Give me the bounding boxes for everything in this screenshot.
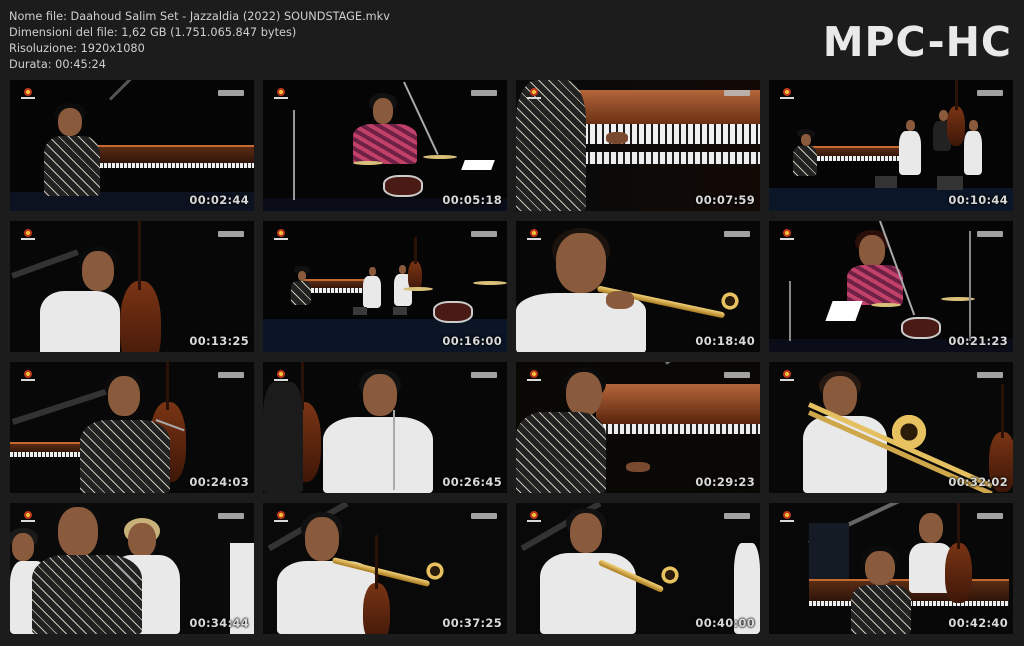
channel-logo-icon [218,90,244,96]
frame-image [769,221,1013,352]
thumbnail-grid: 00:02:44 00:05:18 00:07:59 00:10:44 00:13:25… [0,0,1024,646]
frame-image [516,80,760,211]
thumbnail-7: 00:18:40 [516,221,760,352]
timestamp: 00:21:23 [948,334,1008,348]
timestamp: 00:37:25 [442,616,502,630]
channel-logo-icon [724,90,750,96]
festival-logo-icon [21,229,35,242]
frame-image [769,80,1013,211]
festival-logo-icon [780,88,794,101]
thumbnail-1: 00:02:44 [10,80,254,211]
timestamp: 00:13:25 [189,334,249,348]
frame-image [10,362,254,493]
timestamp: 00:40:00 [695,616,755,630]
thumbnail-9: 00:24:03 [10,362,254,493]
timestamp: 00:42:40 [948,616,1008,630]
festival-logo-icon [527,511,541,524]
festival-logo-icon [780,370,794,383]
channel-logo-icon [218,231,244,237]
channel-logo-icon [471,513,497,519]
frame-image [769,503,1013,634]
festival-logo-icon [527,88,541,101]
thumbnail-12: 00:32:02 [769,362,1013,493]
festival-logo-icon [21,88,35,101]
timestamp: 00:10:44 [948,193,1008,207]
channel-logo-icon [977,231,1003,237]
festival-logo-icon [21,511,35,524]
timestamp: 00:29:23 [695,475,755,489]
channel-logo-icon [724,513,750,519]
timestamp: 00:34:44 [189,616,249,630]
timestamp: 00:32:02 [948,475,1008,489]
thumbnail-11: 00:29:23 [516,362,760,493]
frame-image [263,362,507,493]
frame-image [10,80,254,211]
channel-logo-icon [471,372,497,378]
festival-logo-icon [527,370,541,383]
frame-image [263,80,507,211]
thumbnail-3: 00:07:59 [516,80,760,211]
thumbnail-5: 00:13:25 [10,221,254,352]
timestamp: 00:05:18 [442,193,502,207]
frame-image [769,362,1013,493]
thumbnail-8: 00:21:23 [769,221,1013,352]
thumbnail-6: 00:16:00 [263,221,507,352]
festival-logo-icon [274,511,288,524]
thumbnail-16: 00:42:40 [769,503,1013,634]
festival-logo-icon [274,370,288,383]
festival-logo-icon [21,370,35,383]
festival-logo-icon [780,511,794,524]
frame-image [516,362,760,493]
timestamp: 00:18:40 [695,334,755,348]
thumbnail-10: 00:26:45 [263,362,507,493]
channel-logo-icon [977,513,1003,519]
thumbnail-15: 00:40:00 [516,503,760,634]
thumbnail-4: 00:10:44 [769,80,1013,211]
channel-logo-icon [724,231,750,237]
thumbnail-13: 00:34:44 [10,503,254,634]
channel-logo-icon [218,372,244,378]
channel-logo-icon [724,372,750,378]
channel-logo-icon [471,90,497,96]
channel-logo-icon [977,90,1003,96]
thumbnail-14: 00:37:25 [263,503,507,634]
frame-image [10,503,254,634]
timestamp: 00:16:00 [442,334,502,348]
festival-logo-icon [274,88,288,101]
channel-logo-icon [218,513,244,519]
channel-logo-icon [977,372,1003,378]
festival-logo-icon [527,229,541,242]
frame-image [263,221,507,352]
timestamp: 00:07:59 [695,193,755,207]
frame-image [263,503,507,634]
timestamp: 00:02:44 [189,193,249,207]
frame-image [516,221,760,352]
channel-logo-icon [471,231,497,237]
timestamp: 00:26:45 [442,475,502,489]
timestamp: 00:24:03 [189,475,249,489]
frame-image [516,503,760,634]
festival-logo-icon [274,229,288,242]
frame-image [10,221,254,352]
festival-logo-icon [780,229,794,242]
thumbnail-2: 00:05:18 [263,80,507,211]
